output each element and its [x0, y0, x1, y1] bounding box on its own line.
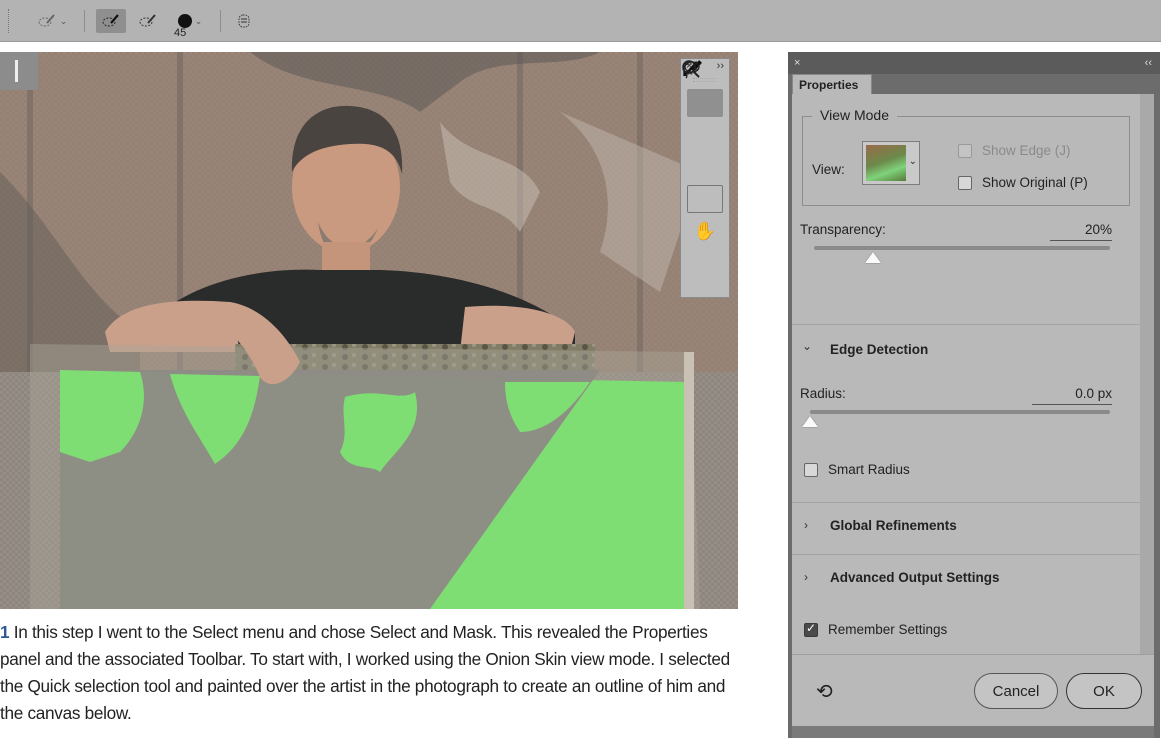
panel-body: View Mode View: ⌄ Show Edge (J) Show Ori… — [792, 94, 1140, 654]
chevron-right-icon[interactable]: › — [804, 518, 808, 532]
transparency-slider-track[interactable] — [814, 246, 1110, 250]
chevron-right-icon[interactable]: › — [804, 570, 808, 584]
brush-dot-icon — [177, 14, 192, 28]
transparency-label: Transparency: — [800, 222, 886, 237]
divider — [792, 324, 1140, 325]
radius-value[interactable]: 0.0 px — [1032, 386, 1112, 405]
divider — [792, 502, 1140, 503]
view-thumbnail — [866, 145, 906, 181]
chevron-down-icon: ⌄ — [59, 15, 68, 26]
view-mode-group — [802, 116, 1130, 206]
step-marker — [0, 52, 38, 90]
chevron-down-icon[interactable]: ⌄ — [802, 339, 812, 353]
smart-radius-label: Smart Radius — [828, 462, 910, 477]
show-edge-checkbox[interactable] — [958, 144, 972, 158]
show-original-label: Show Original (P) — [982, 175, 1088, 190]
tool-preset-picker[interactable]: ⌄ — [30, 9, 74, 33]
show-edge-label: Show Edge (J) — [982, 143, 1071, 158]
quick-selection-subtract-icon — [139, 14, 156, 27]
edge-detection-title[interactable]: Edge Detection — [830, 342, 928, 357]
options-bar-grip[interactable] — [8, 9, 11, 33]
cancel-button[interactable]: Cancel — [974, 673, 1058, 709]
collapse-icon[interactable]: ›› — [717, 60, 724, 74]
zoom-icon — [682, 60, 700, 78]
tool-quick-selection[interactable] — [682, 60, 723, 117]
step-text: In this step I went to the Select menu a… — [0, 622, 730, 723]
separator — [84, 10, 85, 32]
radius-slider-thumb[interactable] — [802, 416, 818, 427]
new-selection-button[interactable] — [96, 9, 126, 33]
ok-button[interactable]: OK — [1066, 673, 1142, 709]
chevron-down-icon: ⌄ — [908, 156, 917, 167]
panel-footer: ⟲ Cancel OK — [792, 654, 1154, 726]
collapse-icon[interactable]: ‹‹ — [1145, 57, 1152, 69]
chevron-down-icon: ⌄ — [194, 15, 203, 26]
sample-all-layers-button[interactable] — [230, 9, 258, 33]
quick-selection-icon — [102, 14, 119, 27]
subtract-selection-button[interactable] — [134, 9, 162, 33]
smart-radius-checkbox[interactable] — [804, 463, 818, 477]
hand-icon: ✋ — [693, 220, 717, 242]
divider — [792, 554, 1140, 555]
brush-size-label: 45 — [174, 27, 187, 39]
select-and-mask-toolbar: × ›› ✋ — [680, 58, 730, 298]
step-caption: 1 In this step I went to the Select menu… — [0, 619, 750, 727]
transparency-slider-thumb[interactable] — [865, 252, 882, 263]
reset-icon[interactable]: ⟲ — [816, 679, 833, 703]
tab-properties[interactable]: Properties — [792, 74, 872, 94]
show-original-checkbox[interactable] — [958, 176, 972, 190]
separator — [220, 10, 221, 32]
screenshot-root: ⌄ ⌄ 45 × ›› ✋ 1 In this step I went to t… — [0, 0, 1161, 738]
remember-settings-checkbox[interactable] — [804, 621, 818, 637]
global-refinements-title[interactable]: Global Refinements — [830, 518, 957, 533]
view-mode-title: View Mode — [812, 107, 898, 123]
panel-scrollbar[interactable] — [1140, 94, 1154, 654]
tool-hand[interactable]: ✋ — [687, 217, 723, 245]
tool-zoom[interactable] — [682, 60, 723, 277]
quick-selection-icon — [38, 14, 55, 27]
radius-slider-track[interactable] — [810, 410, 1110, 414]
tool-brush[interactable] — [683, 61, 723, 181]
panel-bottom-grip[interactable] — [792, 726, 1154, 738]
canvas-photo[interactable]: × ›› ✋ — [0, 52, 738, 609]
radius-label: Radius: — [800, 386, 846, 401]
options-bar: ⌄ ⌄ 45 — [0, 0, 1161, 42]
remember-settings-label: Remember Settings — [828, 622, 948, 637]
view-label: View: — [812, 162, 845, 177]
panel-titlebar: × ‹‹ — [788, 52, 1160, 74]
sample-layers-icon — [238, 14, 250, 28]
tool-lasso[interactable] — [684, 61, 723, 213]
properties-panel: × ‹‹ Properties View Mode View: ⌄ Show E… — [788, 52, 1160, 738]
photo-illustration — [0, 52, 738, 609]
view-mode-picker[interactable]: ⌄ — [862, 141, 920, 185]
step-number: 1 — [0, 622, 10, 642]
close-icon[interactable]: × — [794, 57, 800, 69]
transparency-value[interactable]: 20% — [1050, 222, 1112, 241]
tool-refine-edge-brush[interactable] — [683, 61, 723, 149]
advanced-output-title[interactable]: Advanced Output Settings — [830, 570, 1000, 585]
